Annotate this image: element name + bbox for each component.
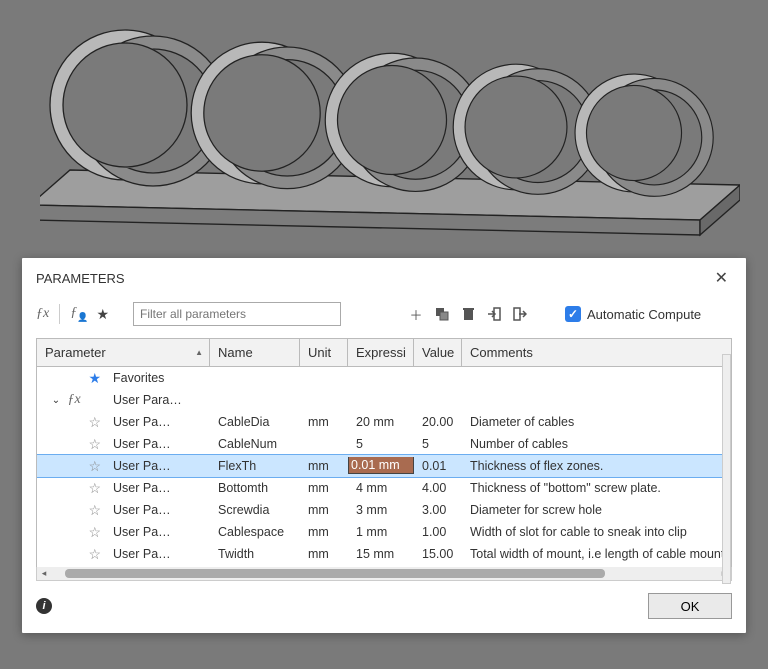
cell-comments: Number of cables: [462, 437, 731, 451]
cell-expression[interactable]: 15 mm: [348, 547, 414, 561]
cell-parameter: User Pa…: [105, 481, 210, 495]
cell-unit: mm: [300, 525, 348, 539]
cell-comments: Width of slot for cable to sneak into cl…: [462, 525, 731, 539]
star-outline-icon[interactable]: ☆: [88, 436, 101, 452]
table-row[interactable]: ☆ User Pa…Twidthmm15 mm15.00Total width o…: [37, 543, 731, 565]
cell-expression[interactable]: 0.01 mm: [348, 457, 414, 476]
table-row[interactable]: ☆User Pa…CableNum55Number of cables: [37, 433, 731, 455]
add-icon[interactable]: ＋: [407, 305, 425, 323]
cell-parameter: User Pa…: [105, 459, 210, 473]
cell-unit: mm: [300, 415, 348, 429]
col-value[interactable]: Value: [414, 339, 462, 366]
cell-comments: Total width of mount, i.e length of cabl…: [462, 547, 731, 561]
scroll-left-icon: ◂: [37, 568, 51, 579]
table-row[interactable]: ☆ User Pa…Bottomthmm4 mm4.00Thickness of …: [37, 477, 731, 499]
chevron-down-icon: ⌄: [51, 395, 61, 406]
checkbox-checked-icon: ✓: [565, 306, 581, 322]
user-parameters-group[interactable]: ⌄ ƒx User Para…: [37, 389, 731, 411]
parameters-dialog: PARAMETERS ✕ ƒx ƒ👤 ★ ＋ ✓ Automatic Compu…: [22, 258, 746, 633]
cell-value: 20.00: [414, 415, 462, 429]
star-outline-icon[interactable]: ☆: [88, 414, 101, 430]
cell-expression[interactable]: 1 mm: [348, 525, 414, 539]
cell-value: 15.00: [414, 547, 462, 561]
star-outline-icon[interactable]: ☆: [88, 546, 101, 562]
dialog-title: PARAMETERS: [36, 271, 125, 286]
cell-value: 5: [414, 437, 462, 451]
cell-comments: Thickness of flex zones.: [462, 459, 731, 473]
fx-user-icon[interactable]: ƒ👤: [70, 305, 88, 323]
star-filled-icon: ★: [88, 370, 101, 386]
info-icon[interactable]: i: [36, 598, 52, 614]
fx-icon: ƒx: [67, 392, 80, 407]
filter-input[interactable]: [133, 302, 341, 326]
favorites-group[interactable]: ★ Favorites: [37, 367, 731, 389]
cell-value: 1.00: [414, 525, 462, 539]
toolbar: ƒx ƒ👤 ★ ＋ ✓ Automatic Compute: [22, 296, 746, 334]
star-outline-icon[interactable]: ☆: [88, 458, 101, 474]
cell-name: Cablespace: [210, 525, 300, 539]
cell-comments: Diameter of cables: [462, 415, 731, 429]
delete-icon[interactable]: [459, 305, 477, 323]
cell-unit: mm: [300, 503, 348, 517]
horizontal-scrollbar[interactable]: ◂ ▸: [36, 567, 732, 581]
cell-parameter: User Pa…: [105, 437, 210, 451]
cell-value: 0.01: [414, 459, 462, 473]
star-outline-icon[interactable]: ☆: [88, 502, 101, 518]
cell-name: CableDia: [210, 415, 300, 429]
export-icon[interactable]: [511, 305, 529, 323]
star-outline-icon[interactable]: ☆: [88, 524, 101, 540]
cell-parameter: User Pa…: [105, 525, 210, 539]
cell-parameter: User Pa…: [105, 503, 210, 517]
separator: [59, 304, 60, 324]
ok-button[interactable]: OK: [648, 593, 732, 619]
import-icon[interactable]: [485, 305, 503, 323]
cell-parameter: User Pa…: [105, 415, 210, 429]
expression-input[interactable]: 0.01 mm: [349, 457, 413, 473]
col-expression[interactable]: Expressi: [348, 339, 414, 366]
col-comments[interactable]: Comments: [462, 339, 731, 366]
table-row[interactable]: ☆ User Pa…CableDiamm20 mm20.00Diameter of…: [37, 411, 731, 433]
cell-expression[interactable]: 5: [348, 437, 414, 451]
table-row[interactable]: ☆ User Pa…Cablespacemm1 mm1.00Width of sl…: [37, 521, 731, 543]
cell-unit: mm: [300, 481, 348, 495]
cell-unit: mm: [300, 547, 348, 561]
close-button[interactable]: ✕: [711, 268, 732, 288]
star-outline-icon[interactable]: ☆: [88, 480, 101, 496]
cell-value: 3.00: [414, 503, 462, 517]
col-unit[interactable]: Unit: [300, 339, 348, 366]
cell-name: CableNum: [210, 437, 300, 451]
cell-comments: Diameter for screw hole: [462, 503, 731, 517]
automatic-compute-toggle[interactable]: ✓ Automatic Compute: [565, 306, 701, 322]
cell-name: FlexTh: [210, 459, 300, 473]
vertical-scrollbar[interactable]: [722, 354, 731, 584]
automatic-compute-label: Automatic Compute: [587, 307, 701, 322]
table-header: Parameter Name Unit Expressi Value Comme…: [37, 339, 731, 367]
cell-name: Screwdia: [210, 503, 300, 517]
cell-comments: Thickness of "bottom" screw plate.: [462, 481, 731, 495]
cell-name: Twidth: [210, 547, 300, 561]
cell-name: Bottomth: [210, 481, 300, 495]
copy-icon[interactable]: [433, 305, 451, 323]
cell-expression[interactable]: 4 mm: [348, 481, 414, 495]
col-parameter[interactable]: Parameter: [37, 339, 210, 366]
viewport-3d-model: [40, 20, 740, 240]
close-icon: ✕: [715, 270, 728, 287]
fx-icon[interactable]: ƒx: [36, 306, 49, 322]
table-row[interactable]: ☆ User Pa…FlexThmm0.01 mm0.01Thickness of…: [37, 455, 731, 477]
col-name[interactable]: Name: [210, 339, 300, 366]
cell-value: 4.00: [414, 481, 462, 495]
cell-expression[interactable]: 3 mm: [348, 503, 414, 517]
parameters-table: Parameter Name Unit Expressi Value Comme…: [36, 338, 732, 567]
cell-expression[interactable]: 20 mm: [348, 415, 414, 429]
star-icon[interactable]: ★: [96, 306, 109, 323]
table-row[interactable]: ☆ User Pa…Screwdiamm3 mm3.00Diameter for …: [37, 499, 731, 521]
cell-parameter: User Pa…: [105, 547, 210, 561]
cell-unit: mm: [300, 459, 348, 473]
